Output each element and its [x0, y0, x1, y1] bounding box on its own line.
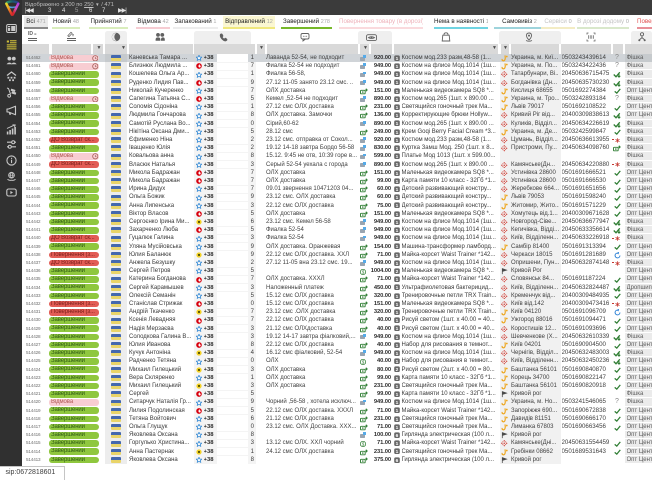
svg-text:1: 1 [395, 130, 398, 135]
svg-text:1: 1 [395, 326, 398, 331]
svg-text:1: 1 [395, 72, 398, 77]
svg-text:6: 6 [395, 458, 398, 463]
svg-text:1: 1 [395, 408, 398, 413]
svg-text:1: 1 [395, 113, 398, 118]
svg-text:1: 1 [395, 285, 398, 290]
svg-text:1: 1 [395, 441, 398, 446]
svg-text:$: $ [361, 441, 364, 446]
svg-text:1: 1 [395, 302, 398, 307]
svg-text:1: 1 [395, 121, 398, 126]
svg-text:1: 1 [395, 56, 398, 61]
svg-text:1: 1 [395, 212, 398, 217]
svg-text:1: 1 [395, 187, 398, 192]
svg-text:1: 1 [395, 105, 398, 110]
svg-text:1: 1 [395, 294, 398, 299]
svg-text:1: 1 [395, 253, 398, 258]
svg-text:1: 1 [395, 171, 398, 176]
svg-text:1: 1 [395, 417, 398, 422]
svg-text:1: 1 [395, 97, 398, 102]
svg-text:6: 6 [395, 433, 398, 438]
svg-text:1: 1 [395, 179, 398, 184]
svg-text:1: 1 [395, 228, 398, 233]
svg-text:$: $ [361, 359, 364, 364]
svg-text:1: 1 [395, 392, 398, 397]
svg-text:1: 1 [395, 359, 398, 364]
svg-text:1: 1 [395, 376, 398, 381]
svg-text:1: 1 [395, 220, 398, 225]
svg-text:1: 1 [395, 318, 398, 323]
svg-text:1: 1 [395, 154, 398, 159]
svg-text:$: $ [361, 269, 364, 274]
svg-text:1: 1 [395, 146, 398, 151]
svg-text:1: 1 [395, 162, 398, 167]
svg-text:1: 1 [395, 195, 398, 200]
svg-text:1: 1 [395, 80, 398, 85]
svg-text:1: 1 [395, 244, 398, 249]
svg-text:2: 2 [395, 269, 398, 274]
svg-text:2: 2 [395, 367, 398, 372]
svg-text:1: 1 [395, 400, 398, 405]
svg-text:1: 1 [395, 203, 398, 208]
svg-text:1: 1 [395, 261, 398, 266]
svg-text:1: 1 [395, 138, 398, 143]
svg-text:1: 1 [395, 351, 398, 356]
svg-text:1: 1 [395, 425, 398, 430]
svg-text:1: 1 [395, 449, 398, 454]
svg-text:1: 1 [395, 89, 398, 94]
svg-text:1: 1 [395, 310, 398, 315]
svg-text:1: 1 [395, 64, 398, 69]
svg-text:1: 1 [395, 335, 398, 340]
svg-text:1: 1 [395, 384, 398, 389]
svg-text:1: 1 [395, 236, 398, 241]
svg-text:1: 1 [395, 277, 398, 282]
svg-text:1: 1 [395, 343, 398, 348]
